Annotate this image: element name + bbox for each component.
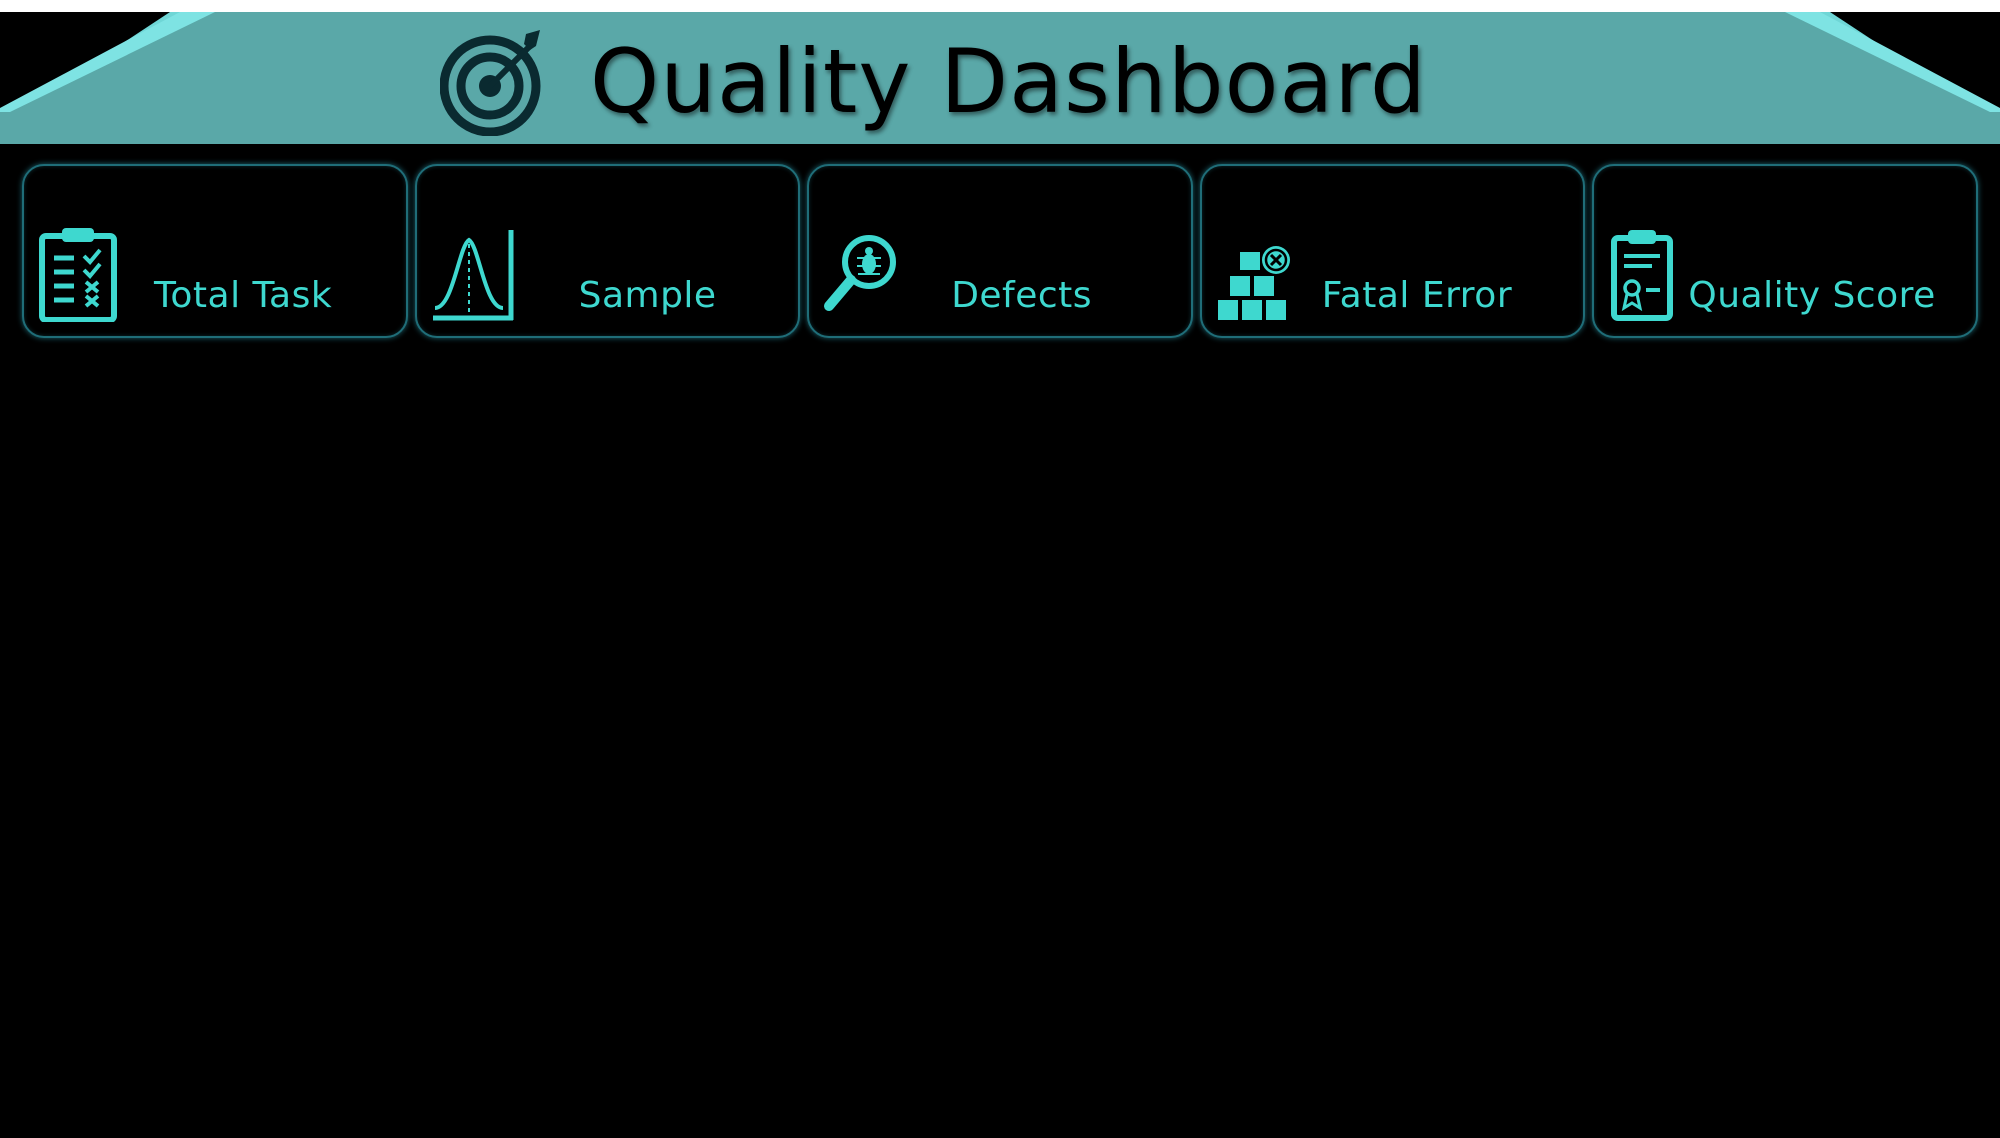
card-quality-score[interactable]: Quality Score — [1592, 164, 1978, 338]
card-label-fatal-error: Fatal Error — [1321, 275, 1513, 316]
magnifier-bug-icon — [824, 235, 897, 311]
top-strip — [0, 0, 2000, 12]
clipboard-checklist-icon — [39, 228, 117, 322]
boxes-error-icon — [1217, 246, 1290, 320]
target-arrow-icon — [440, 30, 541, 136]
dashboard-page: Quality Dashboard Total Task Sample Defe… — [0, 0, 2000, 1138]
card-sample[interactable]: Sample — [414, 164, 801, 338]
card-label-defects: Defects — [951, 275, 1093, 316]
card-defects[interactable]: Defects — [807, 164, 1193, 338]
bell-curve-icon — [432, 230, 514, 321]
card-label-sample: Sample — [578, 275, 717, 316]
card-label-total-task: Total Task — [154, 275, 333, 316]
title-group: Quality Dashboard — [440, 30, 1427, 136]
card-total-task[interactable]: Total Task — [22, 164, 408, 338]
card-fatal-error[interactable]: Fatal Error — [1199, 164, 1586, 338]
page-title: Quality Dashboard — [590, 30, 1427, 133]
header-banner: Quality Dashboard — [0, 12, 2000, 147]
card-label-quality-score: Quality Score — [1688, 275, 1936, 316]
kpi-cards-row: Total Task Sample Defects Fatal Error Qu… — [22, 164, 1978, 342]
clipboard-certificate-icon — [1611, 230, 1674, 321]
